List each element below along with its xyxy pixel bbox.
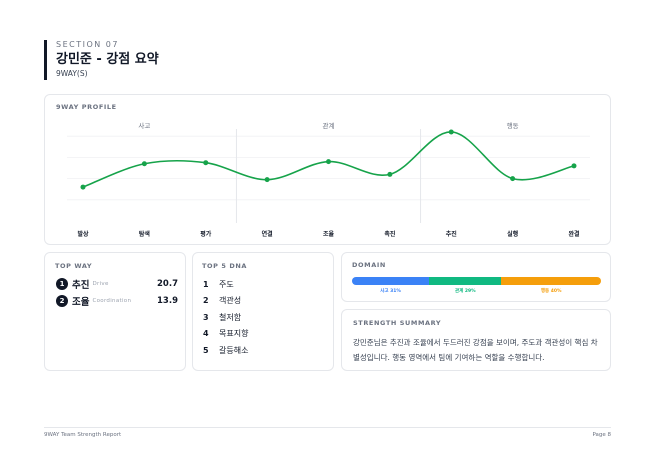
top5-label: TOP 5 DNA bbox=[202, 262, 248, 270]
footer-divider bbox=[44, 427, 611, 428]
domain-bar bbox=[352, 277, 601, 285]
dna-name: 주도 bbox=[219, 279, 234, 289]
domain-bar-labels: 사고 31% 관계 29% 행동 40% bbox=[352, 288, 601, 294]
domain-bar-segment bbox=[501, 277, 601, 285]
section-number: SECTION 07 bbox=[56, 40, 119, 49]
x-tick-label: 발상 bbox=[77, 230, 89, 238]
domain-bar-segment bbox=[352, 277, 430, 285]
dna-name: 갈등해소 bbox=[219, 345, 249, 355]
profile-card: 9WAY PROFILE 사고 관계 행동 발상 탐색 평가 연결 조율 촉진 추진 실행 완결 bbox=[44, 94, 611, 245]
section-header: SECTION 07 강민준 - 강점 요약 9WAY(S) bbox=[44, 40, 159, 80]
page-subtitle: 9WAY(S) bbox=[56, 69, 88, 78]
dna-item: 2 객관성 bbox=[203, 294, 241, 306]
dna-item: 3 철저함 bbox=[203, 311, 241, 323]
strength-summary-card: STRENGTH SUMMARY 강민준님은 추진과 조율에서 두드러진 강점을… bbox=[341, 309, 611, 371]
rank-badge: 1 bbox=[56, 278, 68, 290]
data-point bbox=[448, 129, 454, 135]
data-point bbox=[326, 159, 331, 165]
summary-text: 강민준님은 추진과 조율에서 두드러진 강점을 보이며, 주도과 객관성이 핵심… bbox=[353, 338, 598, 362]
x-tick-label: 탐색 bbox=[139, 230, 150, 238]
way-name: 조율 bbox=[72, 297, 90, 308]
way-name: 추진 bbox=[72, 280, 90, 291]
top-way-card: TOP WAY 1 추진 Drive 20.7 2 조율 Coordinatio… bbox=[44, 252, 186, 371]
way-score: 13.9 bbox=[157, 296, 178, 306]
domain-bar-segment bbox=[429, 277, 502, 285]
data-point bbox=[141, 161, 147, 167]
rank-badge: 2 bbox=[56, 295, 68, 307]
data-point bbox=[80, 184, 86, 190]
dna-name: 객관성 bbox=[219, 295, 242, 305]
domain-segment-label: 사고 31% bbox=[380, 289, 401, 294]
top-way-item: 1 추진 Drive 20.7 bbox=[56, 277, 178, 291]
x-tick-label: 연결 bbox=[262, 230, 274, 238]
x-tick-label: 조율 bbox=[323, 230, 335, 238]
footer-report-title: 9WAY Team Strength Report bbox=[44, 432, 122, 438]
dna-item: 5 갈등해소 bbox=[203, 344, 248, 356]
data-point bbox=[387, 171, 393, 177]
top-way-item: 2 조율 Coordination 13.9 bbox=[56, 294, 178, 308]
data-point bbox=[510, 176, 516, 182]
summary-label: STRENGTH SUMMARY bbox=[353, 319, 442, 327]
domain-label: DOMAIN bbox=[352, 261, 386, 269]
way-score: 20.7 bbox=[157, 279, 178, 289]
domain-card: DOMAIN 사고 31% 관계 29% 행동 40% bbox=[341, 252, 611, 302]
x-tick-label: 완결 bbox=[568, 230, 580, 238]
page-title: 강민준 - 강점 요약 bbox=[56, 52, 159, 67]
profile-chart: 사고 관계 행동발상 탐색 평가 연결 조율 촉진 추진 실행 완결 bbox=[67, 121, 590, 238]
group-label: 사고 bbox=[138, 121, 150, 130]
dna-item: 4 목표지향 bbox=[203, 327, 248, 339]
top-way-label: TOP WAY bbox=[55, 262, 93, 270]
domain-segment-label: 관계 29% bbox=[454, 289, 476, 294]
group-label: 행동 bbox=[507, 121, 519, 130]
dna-rank: 4 bbox=[203, 328, 209, 338]
way-english-name: Coordination bbox=[92, 298, 132, 304]
dna-rank: 5 bbox=[203, 345, 209, 355]
dna-name: 목표지향 bbox=[219, 328, 249, 338]
x-tick-label: 평가 bbox=[200, 230, 212, 238]
way-english-name: Drive bbox=[92, 281, 109, 287]
domain-segment-label: 행동 40% bbox=[540, 289, 562, 294]
x-tick-label: 촉진 bbox=[384, 230, 396, 238]
data-point bbox=[571, 163, 577, 169]
dna-rank: 3 bbox=[203, 312, 209, 322]
dna-name: 철저함 bbox=[219, 312, 242, 322]
dna-rank: 1 bbox=[203, 279, 209, 289]
footer-page-number: Page 8 bbox=[592, 432, 611, 438]
dna-item: 1 주도 bbox=[203, 278, 234, 290]
x-tick-label: 추진 bbox=[446, 230, 458, 238]
group-label: 관계 bbox=[323, 121, 335, 130]
top5-dna-card: TOP 5 DNA 1 주도 2 객관성 3 철저함 4 목표지향 5 갈등해소 bbox=[192, 252, 334, 371]
data-point bbox=[264, 177, 270, 183]
dna-rank: 2 bbox=[203, 295, 209, 305]
data-point bbox=[203, 160, 209, 166]
x-tick-label: 실행 bbox=[507, 230, 519, 238]
